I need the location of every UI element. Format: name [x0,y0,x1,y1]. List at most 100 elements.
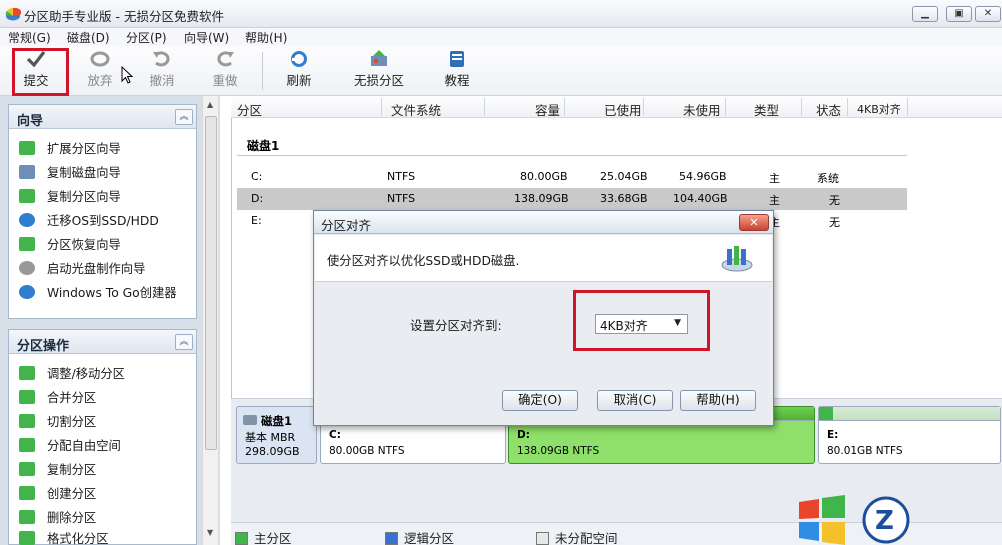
column-separator [847,98,848,116]
wizard-item-label: 扩展分区向导 [47,142,121,156]
partition-ops-panel: 分区操作 ︽ 调整/移动分区 合并分区 切割分区 分配自由空间 复制分区 创建分… [8,329,197,545]
wizard-item-label: 迁移OS到SSD/HDD [47,214,159,228]
menu-general[interactable]: 常规(G) [8,29,51,46]
col-capacity[interactable]: 容量 [535,100,560,119]
op-item-copy[interactable]: 复制分区 [19,460,96,480]
column-separator [725,98,726,116]
redo-button[interactable]: 重做 [207,50,243,89]
menu-disk[interactable]: 磁盘(D) [67,29,110,46]
close-icon: ✕ [749,216,759,229]
column-separator [381,98,382,116]
left-sidebar: 向导 ︽ 扩展分区向导 复制磁盘向导 复制分区向导 迁移OS到SSD/HDD 分… [0,96,220,545]
op-item-resize[interactable]: 调整/移动分区 [19,364,125,384]
ok-button[interactable]: 确定(O) [502,390,578,411]
legend-label: 逻辑分区 [404,531,455,545]
op-item-create[interactable]: 创建分区 [19,484,96,504]
wizard-item-migrate-os[interactable]: 迁移OS到SSD/HDD [19,211,159,231]
disk-map-name: 磁盘1 [261,414,293,428]
wizard-item-extend[interactable]: 扩展分区向导 [19,139,121,159]
refresh-label: 刷新 [286,73,312,88]
wizard-item-copy-partition[interactable]: 复制分区向导 [19,187,121,207]
col-type[interactable]: 类型 [754,100,779,119]
primary-swatch [235,532,248,545]
legend-unallocated: 未分配空间 [536,528,618,545]
discard-button[interactable]: 放弃 [82,50,118,89]
table-row[interactable]: C: NTFS 80.00GB 25.04GB 54.96GB 主 系统 [237,166,907,188]
col-4kb-align[interactable]: 4KB对齐 [857,101,901,117]
legend-logical: 逻辑分区 [385,528,454,545]
title-bar: 分区助手专业版 - 无损分区免费软件 ▁ ▣ ✕ [0,0,1002,28]
scroll-up-icon[interactable]: ▲ [207,100,213,109]
undo-button[interactable]: 撤消 [144,50,180,89]
table-row-selected[interactable]: D: NTFS 138.09GB 33.68GB 104.40GB 主 无 [237,188,907,210]
col-free[interactable]: 未使用 [683,100,721,119]
op-item-allocate[interactable]: 分配自由空间 [19,436,121,456]
close-window-button[interactable]: ✕ [975,6,1001,22]
boot-disc-icon [19,261,35,275]
copy-partition-icon [19,462,35,476]
collapse-ops-button[interactable]: ︽ [175,334,193,350]
col-used[interactable]: 已使用 [604,100,642,119]
wizard-item-copy-disk[interactable]: 复制磁盘向导 [19,163,121,183]
copy-partition-icon [19,189,35,203]
minimize-button[interactable]: ▁ [912,6,938,22]
redo-icon [217,51,234,67]
close-icon: ✕ [983,8,993,19]
chevron-up-icon: ︽ [179,112,189,122]
mouse-cursor-icon [121,66,134,84]
cancel-button[interactable]: 取消(C) [597,390,673,411]
discard-icon [90,51,110,67]
refresh-icon [291,51,307,67]
refresh-button[interactable]: 刷新 [281,50,317,89]
dialog-info-band: 使分区对齐以优化SSD或HDD磁盘. [315,235,772,282]
dialog-close-button[interactable]: ✕ [739,214,769,231]
op-item-label: 分配自由空间 [47,439,121,453]
partition-bar [819,407,1000,421]
lossless-partition-button[interactable]: 无损分区 [350,50,408,89]
allocate-space-icon [19,438,35,452]
migrate-os-icon [19,213,35,227]
scrollbar-thumb[interactable] [205,116,217,450]
column-separator [643,98,644,116]
tutorial-button[interactable]: 教程 [439,50,475,89]
undo-label: 撤消 [149,73,175,88]
col-filesystem[interactable]: 文件系统 [391,100,441,119]
redo-label: 重做 [212,73,238,88]
op-item-label: 创建分区 [47,487,97,501]
wizard-item-windows-to-go[interactable]: Windows To Go创建器 [19,283,177,303]
logical-swatch [385,532,398,545]
op-item-split[interactable]: 切割分区 [19,412,96,432]
partition-size: 80.00GB NTFS [329,445,405,457]
collapse-wizard-button[interactable]: ︽ [175,109,193,125]
col-partition[interactable]: 分区 [237,100,262,119]
ssd-align-icon [721,246,753,272]
col-status[interactable]: 状态 [816,100,841,119]
disk-map-partition-e[interactable]: E: 80.01GB NTFS [818,406,1001,464]
partition-size: 138.09GB NTFS [517,445,600,457]
wizard-item-boot-disc[interactable]: 启动光盘制作向导 [19,259,145,279]
cell-type: 主 [769,172,780,185]
wizard-item-label: 复制分区向导 [47,190,121,204]
wizard-item-label: 分区恢复向导 [47,238,121,252]
sidebar-scrollbar[interactable]: ▲ ▼ [202,96,218,545]
menu-wizard[interactable]: 向导(W) [184,29,229,46]
op-item-delete[interactable]: 删除分区 [19,508,96,528]
op-item-label: 合并分区 [47,391,97,405]
help-button[interactable]: 帮助(H) [680,390,756,411]
lossless-partition-icon [371,50,387,66]
wizard-panel-title: 向导 [9,105,196,129]
op-item-label: 删除分区 [47,511,97,525]
restore-button[interactable]: ▣ [946,6,972,22]
dialog-header: 分区对齐 ✕ [314,211,773,234]
cell-used: 33.68GB [600,192,648,205]
scroll-down-icon[interactable]: ▼ [207,528,213,537]
disk-map-disk-info[interactable]: 磁盘1 基本 MBR 298.09GB [236,406,317,464]
wizard-item-recovery[interactable]: 分区恢复向导 [19,235,121,255]
column-separator [801,98,802,116]
watermark-logo: Z [799,495,910,545]
menu-partition[interactable]: 分区(P) [126,29,167,46]
cell-capacity: 138.09GB [514,192,569,205]
menu-help[interactable]: 帮助(H) [245,29,287,46]
op-item-format[interactable]: 格式化分区 [19,529,109,545]
op-item-merge[interactable]: 合并分区 [19,388,96,408]
